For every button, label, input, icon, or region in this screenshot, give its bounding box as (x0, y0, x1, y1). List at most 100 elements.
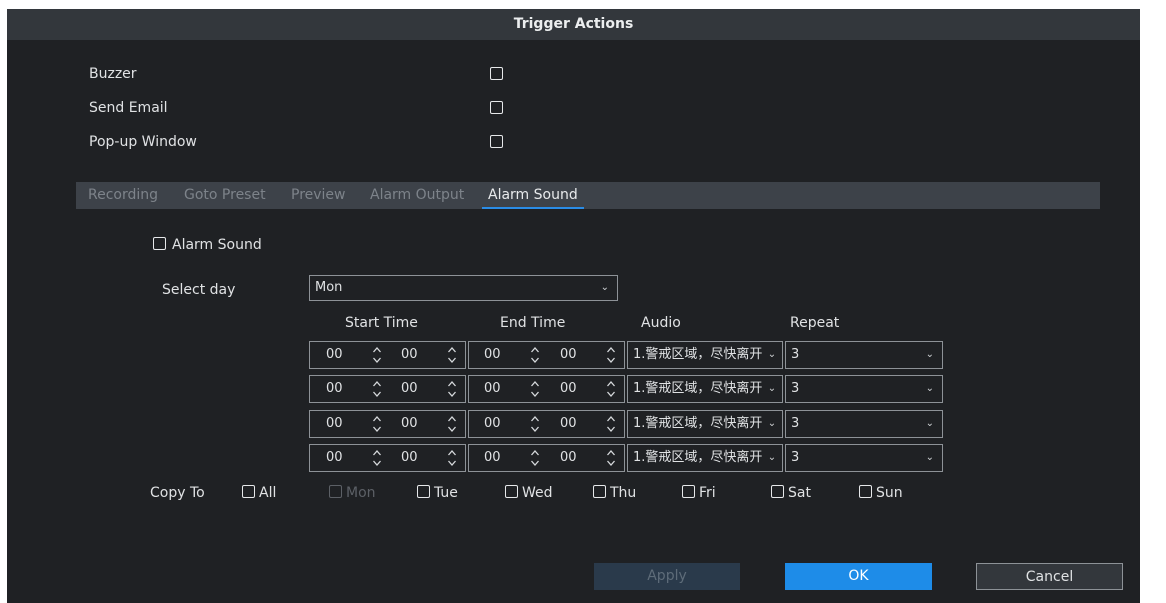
chevron-down-icon: ⌄ (925, 383, 934, 394)
up-down-spinner-icon[interactable] (447, 345, 457, 365)
repeat-header: Repeat (790, 315, 840, 331)
end-hour[interactable]: 00 (484, 342, 501, 368)
buzzer-checkbox[interactable] (490, 67, 503, 80)
tab-goto-preset[interactable]: Goto Preset (184, 182, 266, 209)
copy-day-label-sun: Sun (876, 485, 903, 501)
trigger-actions-dialog: Trigger Actions Buzzer Send Email Pop-up… (7, 9, 1140, 603)
end-hour[interactable]: 00 (484, 411, 501, 437)
up-down-spinner-icon[interactable] (372, 345, 382, 365)
action-tab-bar: Recording Goto Preset Preview Alarm Outp… (76, 182, 1100, 209)
copy-day-label-all: All (259, 485, 277, 501)
copy-day-checkbox-sun[interactable] (859, 485, 872, 498)
up-down-spinner-icon[interactable] (372, 414, 382, 434)
copy-to-label: Copy To (150, 485, 205, 501)
start-time-picker[interactable]: 00 00 (309, 375, 466, 403)
copy-day-label-thu: Thu (610, 485, 637, 501)
end-minute[interactable]: 00 (560, 445, 577, 471)
cancel-button[interactable]: Cancel (976, 563, 1123, 590)
ok-button[interactable]: OK (785, 563, 932, 590)
repeat-dropdown[interactable]: 3 ⌄ (785, 341, 943, 369)
tab-alarm-sound-label: Alarm Sound (488, 187, 578, 203)
end-minute[interactable]: 00 (560, 342, 577, 368)
end-minute[interactable]: 00 (560, 411, 577, 437)
start-time-picker[interactable]: 00 00 (309, 410, 466, 438)
up-down-spinner-icon[interactable] (606, 414, 616, 434)
start-minute[interactable]: 00 (401, 342, 418, 368)
chevron-down-icon: ⌄ (764, 342, 780, 368)
apply-button[interactable]: Apply (594, 563, 740, 590)
audio-dropdown[interactable]: 1.警戒区域，尽快离开 ⌄ (627, 444, 783, 472)
audio-dropdown[interactable]: 1.警戒区域，尽快离开 ⌄ (627, 375, 783, 403)
audio-value: 1.警戒区域，尽快离开 (633, 347, 763, 362)
start-time-picker[interactable]: 00 00 (309, 444, 466, 472)
end-minute[interactable]: 00 (560, 376, 577, 402)
end-time-picker[interactable]: 00 00 (468, 444, 625, 472)
audio-value: 1.警戒区域，尽快离开 (633, 450, 763, 465)
copy-day-label-fri: Fri (699, 485, 716, 501)
end-time-picker[interactable]: 00 00 (468, 341, 625, 369)
tab-recording[interactable]: Recording (88, 182, 158, 209)
repeat-dropdown[interactable]: 3 ⌄ (785, 375, 943, 403)
up-down-spinner-icon[interactable] (606, 379, 616, 399)
repeat-dropdown[interactable]: 3 ⌄ (785, 444, 943, 472)
audio-dropdown[interactable]: 1.警戒区域，尽快离开 ⌄ (627, 341, 783, 369)
copy-day-checkbox-thu[interactable] (593, 485, 606, 498)
copy-day-label-mon: Mon (346, 485, 376, 501)
end-time-picker[interactable]: 00 00 (468, 410, 625, 438)
start-hour[interactable]: 00 (326, 411, 343, 437)
up-down-spinner-icon[interactable] (606, 448, 616, 468)
chevron-down-icon: ⌄ (764, 376, 780, 402)
alarm-sound-label: Alarm Sound (172, 237, 262, 253)
start-hour[interactable]: 00 (326, 376, 343, 402)
up-down-spinner-icon[interactable] (530, 448, 540, 468)
audio-header: Audio (641, 315, 681, 331)
copy-day-checkbox-all[interactable] (242, 485, 255, 498)
copy-day-checkbox-mon (329, 485, 342, 498)
copy-day-label-sat: Sat (788, 485, 811, 501)
tab-alarm-sound[interactable]: Alarm Sound (482, 182, 584, 209)
send-email-checkbox[interactable] (490, 101, 503, 114)
copy-day-checkbox-tue[interactable] (417, 485, 430, 498)
repeat-value: 3 (791, 416, 800, 431)
end-hour[interactable]: 00 (484, 445, 501, 471)
tab-alarm-output[interactable]: Alarm Output (370, 182, 464, 209)
up-down-spinner-icon[interactable] (372, 379, 382, 399)
up-down-spinner-icon[interactable] (530, 379, 540, 399)
select-day-dropdown[interactable]: Mon ⌄ (309, 275, 618, 301)
start-hour[interactable]: 00 (326, 445, 343, 471)
chevron-down-icon: ⌄ (600, 282, 609, 293)
chevron-down-icon: ⌄ (925, 349, 934, 360)
chevron-down-icon: ⌄ (925, 418, 934, 429)
chevron-down-icon: ⌄ (764, 411, 780, 437)
copy-day-checkbox-fri[interactable] (682, 485, 695, 498)
end-time-picker[interactable]: 00 00 (468, 375, 625, 403)
start-minute[interactable]: 00 (401, 445, 418, 471)
start-hour[interactable]: 00 (326, 342, 343, 368)
popup-window-checkbox[interactable] (490, 135, 503, 148)
up-down-spinner-icon[interactable] (606, 345, 616, 365)
end-hour[interactable]: 00 (484, 376, 501, 402)
up-down-spinner-icon[interactable] (447, 414, 457, 434)
popup-window-label: Pop-up Window (89, 134, 197, 150)
alarm-sound-checkbox[interactable] (153, 237, 166, 250)
repeat-value: 3 (791, 347, 800, 362)
copy-day-checkbox-wed[interactable] (505, 485, 518, 498)
copy-day-checkbox-sat[interactable] (771, 485, 784, 498)
up-down-spinner-icon[interactable] (447, 379, 457, 399)
start-minute[interactable]: 00 (401, 376, 418, 402)
chevron-down-icon: ⌄ (925, 452, 934, 463)
active-tab-indicator (482, 207, 584, 209)
repeat-value: 3 (791, 381, 800, 396)
select-day-value: Mon (315, 280, 343, 295)
repeat-dropdown[interactable]: 3 ⌄ (785, 410, 943, 438)
start-minute[interactable]: 00 (401, 411, 418, 437)
audio-dropdown[interactable]: 1.警戒区域，尽快离开 ⌄ (627, 410, 783, 438)
up-down-spinner-icon[interactable] (372, 448, 382, 468)
tab-preview[interactable]: Preview (291, 182, 346, 209)
copy-day-label-wed: Wed (522, 485, 553, 501)
start-time-picker[interactable]: 00 00 (309, 341, 466, 369)
up-down-spinner-icon[interactable] (447, 448, 457, 468)
up-down-spinner-icon[interactable] (530, 345, 540, 365)
send-email-label: Send Email (89, 100, 168, 116)
up-down-spinner-icon[interactable] (530, 414, 540, 434)
